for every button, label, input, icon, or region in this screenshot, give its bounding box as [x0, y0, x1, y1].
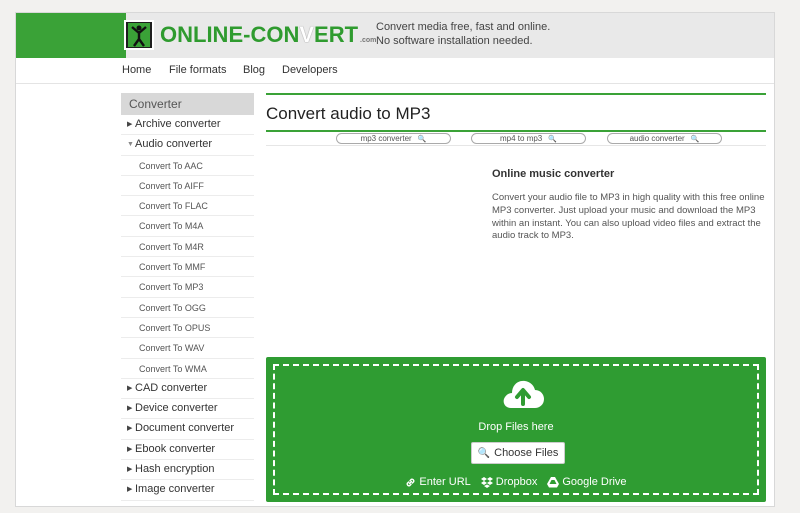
page-title: Convert audio to MP3	[266, 104, 431, 123]
search-icon: 🔍	[417, 136, 427, 143]
triangle-right-icon: ▶	[127, 445, 133, 453]
browser-page: ONLINE-CONVERT .com Convert media free, f…	[15, 12, 775, 507]
nav-blog[interactable]: Blog	[243, 64, 265, 76]
google-drive-link[interactable]: Google Drive	[547, 476, 627, 488]
enter-url-link[interactable]: Enter URL	[405, 476, 471, 488]
choose-files-label: Choose Files	[494, 447, 559, 459]
choose-files-button[interactable]: 🔍 Choose Files	[471, 442, 565, 464]
logo-text-left: ONLINE-CON	[160, 22, 300, 47]
google-drive-label: Google Drive	[562, 476, 627, 488]
quicklinks-bar: mp3 converter 🔍 mp4 to mp3 🔍 audio convert…	[266, 130, 766, 146]
site-logo[interactable]: ONLINE-CONVERT .com	[124, 18, 376, 52]
upload-source-links: Enter URL Dropbox Google Drive	[275, 476, 757, 488]
site-header: ONLINE-CONVERT .com Convert media free, f…	[16, 13, 774, 58]
sidebar-item-device-converter[interactable]: ▶ Device converter	[121, 399, 254, 420]
search-icon: 🔍	[690, 136, 700, 143]
quicklink-label: mp3 converter	[360, 134, 412, 143]
sidebar-item-hash-encryption[interactable]: ▶ Hash encryption	[121, 460, 254, 481]
triangle-right-icon: ▶	[127, 425, 133, 433]
sidebar-item-label: Archive converter	[135, 118, 221, 130]
sidebar-item-label: Image converter	[135, 483, 215, 496]
sidebar-sub-m4r[interactable]: Convert To M4R	[121, 237, 254, 258]
header-green-block	[16, 13, 126, 58]
sidebar-item-label: Document converter	[135, 422, 235, 435]
sidebar-item-label: Audio converter	[135, 138, 213, 151]
sidebar-item-label: Ebook converter	[135, 442, 216, 455]
enter-url-label: Enter URL	[419, 476, 471, 488]
drop-dashed-border: Drop Files here 🔍 Choose Files Enter URL…	[273, 364, 759, 495]
nav-file-formats[interactable]: File formats	[169, 64, 226, 76]
sidebar-sub-wma[interactable]: Convert To WMA	[121, 359, 254, 379]
file-drop-area[interactable]: Drop Files here 🔍 Choose Files Enter URL…	[266, 357, 766, 502]
sidebar-item-document-converter[interactable]: ▶ Document converter	[121, 419, 254, 440]
sidebar-sub-mp3[interactable]: Convert To MP3	[121, 277, 254, 298]
quicklink-label: audio converter	[629, 134, 685, 143]
info-panel: Online music converter Convert your audi…	[492, 168, 767, 243]
sidebar-sub-opus[interactable]: Convert To OPUS	[121, 318, 254, 339]
sidebar-item-archive-converter[interactable]: ▶ Archive converter	[121, 115, 254, 136]
logo-wordmark: ONLINE-CONVERT .com	[160, 22, 376, 48]
sidebar-sub-m4a[interactable]: Convert To M4A	[121, 216, 254, 237]
triangle-right-icon: ▶	[127, 384, 133, 392]
cloud-upload-icon	[501, 376, 545, 415]
triangle-right-icon: ▶	[127, 121, 133, 128]
nav-developers[interactable]: Developers	[282, 64, 338, 76]
sidebar-item-audio-converter[interactable]: ▼Audio converter	[121, 135, 254, 156]
logo-text-com: .com	[360, 37, 377, 44]
link-icon	[406, 478, 415, 486]
google-drive-icon	[547, 476, 560, 487]
search-icon: 🔍	[548, 136, 557, 143]
sidebar-sub-mmf[interactable]: Convert To MMF	[121, 257, 254, 278]
sidebar-item-label: Hash encryption	[135, 463, 215, 476]
sidebar-sub-aiff[interactable]: Convert To AIFF	[121, 176, 254, 197]
converter-sidebar: Converter ▶ Archive converter ▼Audio conv…	[121, 93, 254, 501]
triangle-down-icon: ▼	[127, 141, 134, 149]
header-tagline: Convert media free, fast and online. No …	[376, 20, 550, 48]
quicklink-label: mp4 to mp3	[500, 134, 543, 143]
sidebar-item-cad-converter[interactable]: ▶ CAD converter	[121, 379, 254, 400]
sidebar-item-image-converter[interactable]: ▶ Image converter	[121, 480, 254, 501]
quicklink-mp3-converter[interactable]: mp3 converter 🔍	[336, 133, 451, 144]
tagline-line-1: Convert media free, fast and online.	[376, 21, 551, 33]
dropbox-icon	[480, 476, 493, 488]
quicklink-mp4-to-mp3[interactable]: mp4 to mp3 🔍	[471, 133, 586, 144]
triangle-right-icon: ▶	[127, 486, 133, 494]
triangle-right-icon: ▶	[127, 405, 133, 413]
logo-figure-icon	[124, 20, 154, 50]
dropbox-label: Dropbox	[495, 476, 538, 488]
sidebar-title: Converter	[121, 93, 254, 115]
sidebar-sub-aac[interactable]: Convert To AAC	[121, 156, 254, 176]
nav-home[interactable]: Home	[122, 64, 151, 76]
sidebar-sub-flac[interactable]: Convert To FLAC	[121, 196, 254, 217]
triangle-right-icon: ▶	[127, 466, 133, 474]
sidebar-item-ebook-converter[interactable]: ▶ Ebook converter	[121, 440, 254, 461]
sidebar-sub-wav[interactable]: Convert To WAV	[121, 338, 254, 359]
tagline-line-2: No software installation needed.	[376, 35, 533, 47]
sidebar-sub-ogg[interactable]: Convert To OGG	[121, 298, 254, 318]
main-nav: Home File formats Blog Developers	[16, 58, 774, 84]
search-icon: 🔍	[477, 447, 491, 459]
logo-text-white: V	[299, 22, 315, 47]
main-content: Convert audio to MP3 mp3 converter 🔍 mp4 …	[266, 93, 766, 241]
drop-files-label: Drop Files here	[478, 421, 554, 433]
quicklink-audio-converter[interactable]: audio converter 🔍	[607, 133, 722, 144]
info-text: Convert your audio file to MP3 in high q…	[492, 192, 765, 242]
title-top-rule	[266, 93, 766, 95]
dropbox-link[interactable]: Dropbox	[480, 476, 538, 488]
logo-text-right: ERT	[314, 22, 359, 47]
sidebar-item-label: CAD converter	[135, 381, 208, 394]
sidebar-item-label: Device converter	[135, 402, 218, 415]
info-heading: Online music converter	[492, 168, 615, 180]
